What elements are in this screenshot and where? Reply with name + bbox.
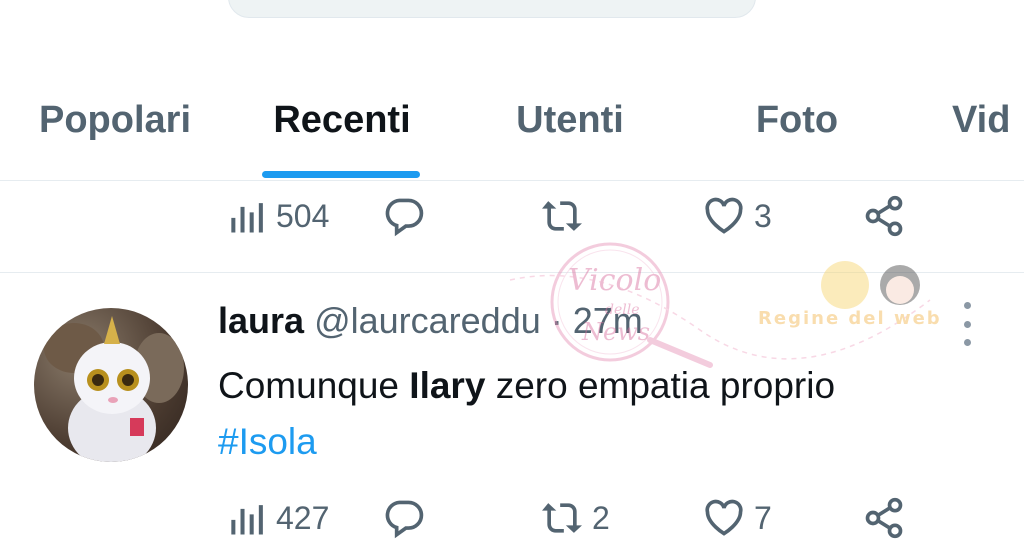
active-tab-indicator [262, 171, 420, 178]
tab-label: Foto [755, 98, 839, 141]
search-bar[interactable] [228, 0, 756, 18]
heart-icon [705, 197, 743, 234]
views-icon [231, 203, 263, 233]
tweet-text: Comunque Ilary zero empatia proprio #Iso… [218, 358, 835, 470]
likes-count: 7 [754, 499, 772, 536]
divider [0, 272, 1024, 273]
tweet-text-part: zero empatia proprio [485, 365, 836, 406]
tweet-timestamp[interactable]: 27m [573, 300, 643, 341]
tab-video[interactable]: Vid [952, 60, 1024, 180]
hashtag-link[interactable]: #Isola [218, 421, 317, 462]
tweet-text-bold: Ilary [409, 365, 486, 406]
share-button[interactable] [862, 488, 906, 548]
next-tweet-actions: 427 2 7 [0, 488, 1024, 548]
tab-label: Vid [952, 98, 1011, 141]
watermark-text: Vicolo [568, 263, 661, 298]
dot-icon [963, 320, 971, 328]
reply-icon [385, 198, 424, 237]
share-button[interactable] [862, 186, 906, 246]
like-button[interactable]: 7 [702, 488, 772, 548]
reply-button[interactable] [382, 186, 426, 246]
retweet-button[interactable] [540, 186, 584, 246]
retweet-button[interactable]: 2 [540, 488, 610, 548]
unicorn-plush-image [44, 316, 184, 462]
tweet-separator: · [550, 300, 563, 341]
tab-foto[interactable]: Foto [730, 60, 864, 180]
retweet-icon [542, 201, 582, 231]
divider [0, 180, 1024, 181]
tab-bar: Popolari Recenti Utenti Foto Vid [0, 60, 1024, 180]
retweet-icon [542, 503, 582, 533]
dot-icon [963, 302, 971, 309]
views-button[interactable]: 504 [224, 186, 329, 246]
avatar[interactable] [34, 308, 188, 462]
tweet-author-name[interactable]: laura [218, 300, 304, 341]
likes-count: 3 [754, 197, 772, 234]
watermark-text: Regine del web [758, 308, 940, 329]
more-options-button[interactable] [952, 302, 982, 346]
tab-label: Utenti [516, 98, 624, 141]
tab-recenti[interactable]: Recenti [248, 60, 436, 180]
tab-label: Recenti [273, 98, 411, 141]
views-count: 427 [276, 499, 330, 536]
tweet-text-part: Comunque [218, 365, 410, 406]
tweet-header: laura @laurcareddu · 27m [218, 300, 643, 342]
reply-icon [385, 500, 424, 539]
views-icon [231, 505, 263, 535]
views-button[interactable]: 427 [224, 488, 329, 548]
prev-tweet-actions: 504 3 [0, 186, 1024, 246]
dot-icon [963, 339, 971, 346]
tab-popolari[interactable]: Popolari [20, 60, 210, 180]
share-icon [865, 497, 903, 539]
tab-label: Popolari [38, 98, 192, 141]
retweets-count: 2 [592, 499, 610, 536]
tweet-author-handle[interactable]: @laurcareddu [314, 300, 541, 341]
heart-icon [705, 499, 743, 536]
reply-button[interactable] [382, 488, 426, 548]
views-count: 504 [276, 197, 330, 234]
like-button[interactable]: 3 [702, 186, 772, 246]
share-icon [865, 195, 903, 237]
tab-utenti[interactable]: Utenti [490, 60, 650, 180]
